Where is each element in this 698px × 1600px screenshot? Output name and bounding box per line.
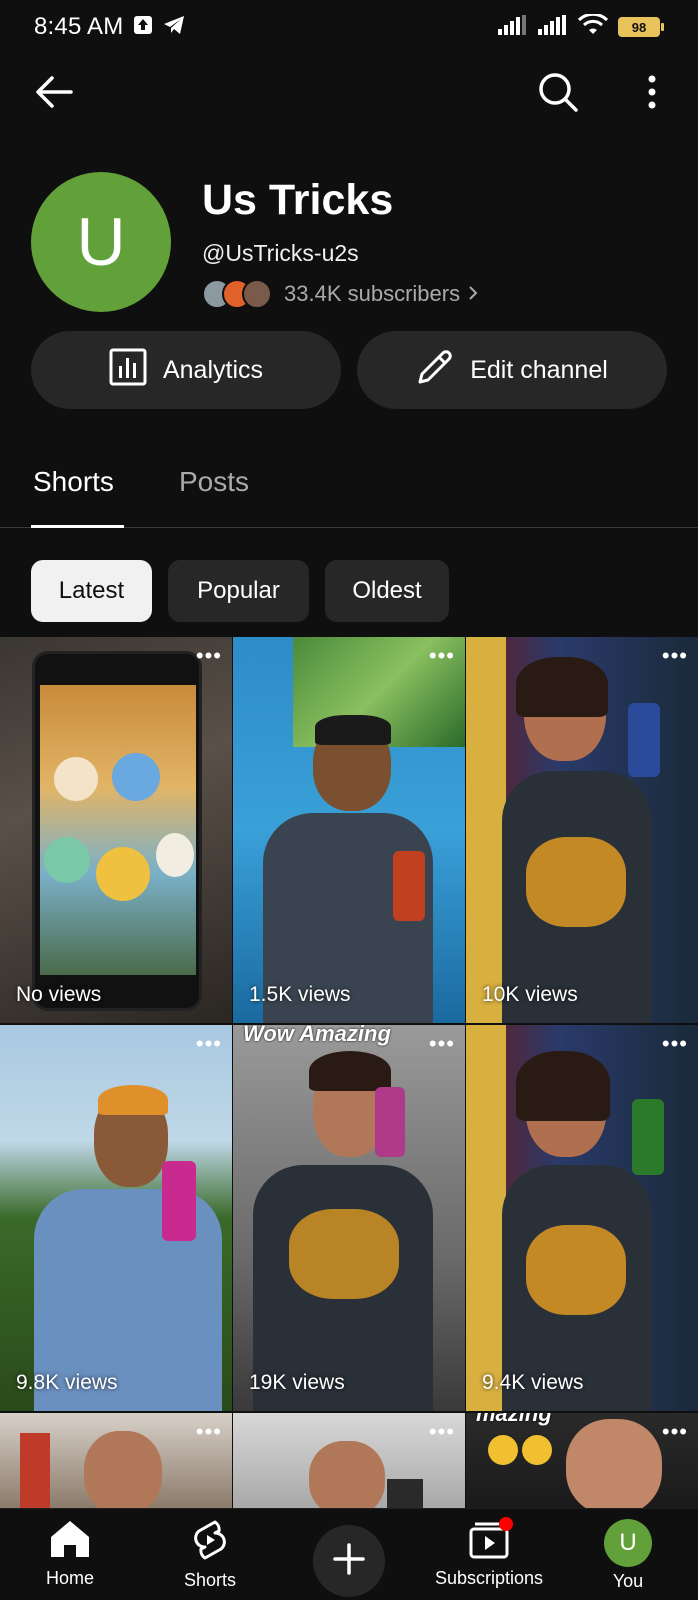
signal-icon <box>498 14 528 40</box>
channel-handle: @UsTricks-u2s <box>202 240 359 266</box>
subscriptions-icon <box>467 1517 513 1564</box>
short-views: 19K views <box>249 1371 345 1394</box>
short-thumbnail[interactable]: ••• 10K views <box>466 637 698 1023</box>
short-views: 1.5K views <box>249 983 351 1006</box>
chevron-right-icon <box>468 281 478 307</box>
pencil-icon <box>416 348 454 393</box>
tab-posts[interactable]: Posts <box>179 458 249 528</box>
telegram-icon <box>163 15 185 40</box>
more-options-icon[interactable]: ••• <box>196 1419 222 1445</box>
short-views: 9.4K views <box>482 1371 584 1394</box>
short-thumbnail[interactable]: mazing ••• <box>466 1413 698 1509</box>
chip-latest[interactable]: Latest <box>31 560 152 622</box>
channel-tabs: Shorts Posts <box>0 458 698 528</box>
create-button[interactable] <box>313 1525 385 1597</box>
short-thumbnail[interactable]: ••• 9.8K views <box>0 1025 232 1411</box>
wifi-icon <box>577 12 609 41</box>
short-thumbnail[interactable]: ••• 1.5K views <box>233 637 465 1023</box>
status-left: 8:45 AM <box>34 13 185 41</box>
more-vert-icon <box>646 75 658 114</box>
short-thumbnail[interactable]: ••• <box>0 1413 232 1509</box>
arrow-left-icon <box>35 75 73 114</box>
short-views: 9.8K views <box>16 1371 118 1394</box>
edit-channel-button[interactable]: Edit channel <box>357 331 667 409</box>
subscriber-count: 33.4K subscribers <box>284 281 461 306</box>
more-options-icon[interactable]: ••• <box>429 1419 455 1445</box>
short-thumbnail[interactable]: ••• <box>233 1413 465 1509</box>
short-overlay-text: mazing <box>476 1413 552 1426</box>
status-time: 8:45 AM <box>34 13 124 40</box>
short-thumbnail[interactable]: ••• No views <box>0 637 232 1023</box>
you-avatar: U <box>604 1519 652 1567</box>
more-options-icon[interactable]: ••• <box>429 1031 455 1057</box>
analytics-label: Analytics <box>162 355 264 384</box>
more-options-icon[interactable]: ••• <box>429 643 455 669</box>
analytics-button[interactable]: Analytics <box>31 331 341 409</box>
search-button[interactable] <box>530 66 586 122</box>
notification-dot <box>499 1517 513 1531</box>
short-views: 10K views <box>482 983 578 1006</box>
more-options-button[interactable] <box>624 66 680 122</box>
top-app-bar <box>0 64 698 124</box>
more-options-icon[interactable]: ••• <box>196 643 222 669</box>
battery-level: 98 <box>618 17 660 37</box>
shorts-icon <box>191 1519 229 1566</box>
subscribers-row[interactable]: 33.4K subscribers <box>202 278 478 310</box>
status-right: 98 <box>498 12 664 41</box>
tab-shorts[interactable]: Shorts <box>33 458 114 528</box>
subscriber-avatar <box>242 279 272 309</box>
upload-notification-icon <box>133 15 153 40</box>
nav-home-label: Home <box>45 1568 94 1588</box>
analytics-icon <box>109 348 147 393</box>
nav-shorts-label: Shorts <box>183 1570 237 1590</box>
search-icon <box>537 71 579 118</box>
more-options-icon[interactable]: ••• <box>196 1031 222 1057</box>
nav-subscriptions-label: Subscriptions <box>434 1568 544 1588</box>
nav-you-label: You <box>612 1571 644 1591</box>
edit-channel-label: Edit channel <box>470 355 608 384</box>
more-options-icon[interactable]: ••• <box>662 1031 688 1057</box>
more-options-icon[interactable]: ••• <box>662 643 688 669</box>
subscriber-avatars <box>202 279 272 309</box>
plus-icon <box>331 1541 367 1582</box>
battery-indicator: 98 <box>618 17 664 37</box>
nav-home[interactable]: Home <box>30 1509 110 1600</box>
nav-subscriptions[interactable]: Subscriptions <box>424 1509 554 1600</box>
nav-shorts[interactable]: Shorts <box>168 1509 252 1600</box>
channel-avatar[interactable]: U <box>31 172 171 312</box>
short-thumbnail[interactable]: ••• 9.4K views <box>466 1025 698 1411</box>
signal-2-icon <box>538 14 568 40</box>
status-bar: 8:45 AM 98 <box>0 0 698 54</box>
channel-name: Us Tricks <box>202 176 394 224</box>
short-thumbnail[interactable]: Wow Amazing ••• 19K views <box>233 1025 465 1411</box>
bottom-navigation: Home Shorts Subscriptions U You <box>0 1508 698 1600</box>
chip-popular[interactable]: Popular <box>168 560 309 622</box>
active-tab-indicator <box>31 525 124 528</box>
back-button[interactable] <box>26 66 82 122</box>
nav-you[interactable]: U You <box>588 1509 668 1600</box>
short-overlay-text: Wow Amazing <box>243 1025 391 1046</box>
home-icon <box>49 1519 91 1564</box>
short-views: No views <box>16 983 102 1006</box>
chip-oldest[interactable]: Oldest <box>325 560 449 622</box>
more-options-icon[interactable]: ••• <box>662 1419 688 1445</box>
